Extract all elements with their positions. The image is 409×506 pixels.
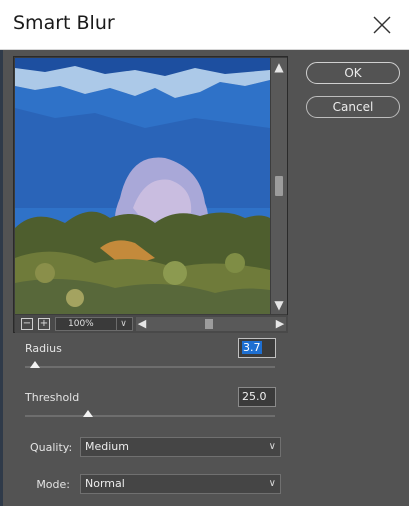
- quality-label: Quality:: [30, 441, 73, 454]
- chevron-down-icon: ∨: [116, 318, 130, 330]
- chevron-down-icon: ∨: [268, 441, 276, 452]
- radius-value: 3.7: [242, 341, 262, 354]
- zoom-out-icon: −: [22, 318, 32, 329]
- mode-select[interactable]: Normal ∨: [80, 474, 281, 494]
- title-bar: Smart Blur: [0, 0, 409, 50]
- zoom-value: 100%: [68, 319, 94, 329]
- ok-button[interactable]: OK: [306, 62, 400, 84]
- radius-input[interactable]: 3.7: [238, 338, 276, 358]
- scroll-up-icon[interactable]: ▲: [273, 60, 285, 74]
- zoom-select[interactable]: 100% ∨: [55, 317, 133, 331]
- mode-selected: Normal: [85, 477, 125, 490]
- cancel-button[interactable]: Cancel: [306, 96, 400, 118]
- close-button[interactable]: [365, 8, 399, 42]
- radius-slider-track[interactable]: [25, 366, 275, 368]
- preview-image[interactable]: [15, 58, 270, 314]
- zoom-out-button[interactable]: −: [21, 318, 33, 330]
- mode-label: Mode:: [36, 478, 70, 491]
- horizontal-scroll-thumb[interactable]: [205, 319, 213, 329]
- radius-label: Radius: [25, 342, 62, 355]
- zoom-in-icon: +: [39, 318, 49, 329]
- chevron-down-icon: ∨: [268, 478, 276, 489]
- quality-selected: Medium: [85, 440, 129, 453]
- scroll-down-icon[interactable]: ▼: [273, 298, 285, 312]
- smart-blur-dialog: ▲ ▼ − + 100% ∨ ◀ ▶ OK Cancel Radius 3.7 …: [3, 50, 409, 506]
- scroll-left-icon[interactable]: ◀: [136, 317, 148, 331]
- vertical-scroll-thumb[interactable]: [275, 176, 283, 196]
- threshold-slider-knob[interactable]: [83, 410, 93, 417]
- dialog-title: Smart Blur: [13, 12, 115, 34]
- radius-slider-knob[interactable]: [30, 361, 40, 368]
- threshold-input[interactable]: 25.0: [238, 387, 276, 407]
- preview-vertical-scrollbar[interactable]: ▲ ▼: [271, 58, 287, 314]
- preview-horizontal-scrollbar[interactable]: ◀ ▶: [136, 317, 286, 331]
- preview-toolbar: − + 100% ∨ ◀ ▶: [15, 315, 288, 333]
- threshold-slider-track[interactable]: [25, 415, 275, 417]
- threshold-value: 25.0: [242, 390, 267, 403]
- scroll-right-icon[interactable]: ▶: [274, 317, 286, 331]
- preview-panel: ▲ ▼ − + 100% ∨ ◀ ▶: [13, 56, 288, 333]
- zoom-in-button[interactable]: +: [38, 318, 50, 330]
- close-icon: [373, 16, 391, 34]
- threshold-label: Threshold: [25, 391, 80, 404]
- quality-select[interactable]: Medium ∨: [80, 437, 281, 457]
